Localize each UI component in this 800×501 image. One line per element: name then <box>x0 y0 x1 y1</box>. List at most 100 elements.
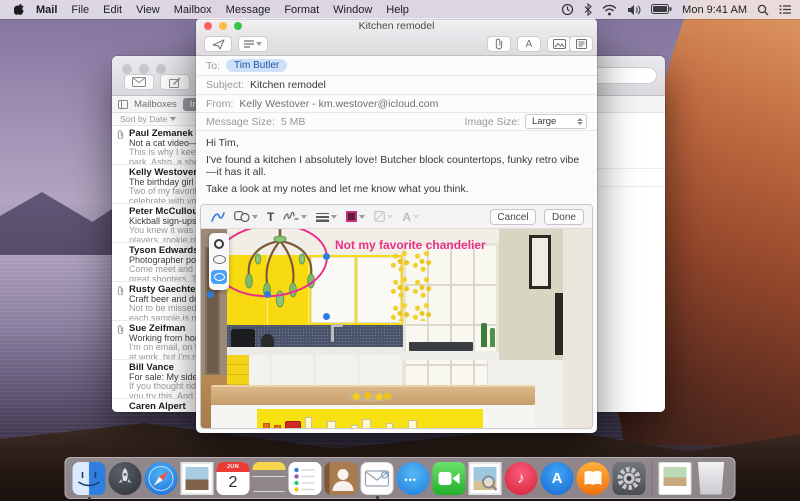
ibooks-dock-icon[interactable] <box>577 462 610 495</box>
fill-color-button[interactable] <box>374 211 393 222</box>
shape-style-popover <box>209 233 229 290</box>
notes-dock-icon[interactable] <box>253 462 286 495</box>
from-field[interactable]: From: Kelly Westover - km.westover@iclou… <box>196 95 597 113</box>
minimize-window-button[interactable] <box>139 64 149 74</box>
menu-item-window[interactable]: Window <box>333 4 372 16</box>
menu-item-view[interactable]: View <box>136 4 160 16</box>
send-button[interactable] <box>204 36 232 52</box>
chevron-down-icon <box>252 215 258 219</box>
glassware-item <box>408 420 417 428</box>
mailboxes-button[interactable]: Mailboxes <box>134 99 177 110</box>
oval-outline-option-icon[interactable] <box>213 255 226 264</box>
zoom-window-button[interactable] <box>156 64 166 74</box>
stepper-icon <box>577 118 583 125</box>
photo-browser-button[interactable] <box>547 36 571 52</box>
itunes-dock-icon[interactable]: ♪ <box>505 462 538 495</box>
photo-glassware-shelf <box>257 409 483 428</box>
menu-item-file[interactable]: File <box>71 4 89 16</box>
annotation-handle[interactable] <box>207 291 214 298</box>
image-size-select[interactable]: Large <box>525 114 587 129</box>
contacts-dock-icon[interactable] <box>325 462 358 495</box>
photo-picture-frame <box>529 235 551 289</box>
spotlight-icon[interactable] <box>757 4 769 16</box>
stationery-icon <box>576 39 587 49</box>
shapes-icon <box>234 211 250 222</box>
volume-icon[interactable] <box>627 4 641 16</box>
app-store-dock-icon[interactable]: A <box>541 462 574 495</box>
attach-button[interactable] <box>487 36 511 52</box>
annotation-text[interactable]: Not my favorite chandelier <box>335 238 486 252</box>
line-weight-icon <box>316 212 329 222</box>
mailboxes-icon <box>118 100 128 109</box>
shapes-tool-button[interactable] <box>234 211 258 222</box>
menu-item-mailbox[interactable]: Mailbox <box>174 4 212 16</box>
cancel-button[interactable]: Cancel <box>490 209 536 225</box>
recipient-token[interactable]: Tim Butler <box>226 59 287 72</box>
photos-dock-icon[interactable] <box>181 462 214 495</box>
loupe-option-icon[interactable] <box>214 239 224 249</box>
glassware-item <box>362 419 371 428</box>
compose-titlebar[interactable]: Kitchen remodel <box>196 18 597 33</box>
from-label: From: <box>206 98 233 110</box>
contact-head <box>338 469 349 480</box>
document-dock-icon[interactable] <box>659 462 692 495</box>
kitchen-photo[interactable]: Not my favorite chandelier <box>201 229 592 428</box>
close-window-button[interactable] <box>204 22 212 30</box>
menu-app-name[interactable]: Mail <box>36 4 57 16</box>
finder-dock-icon[interactable] <box>73 462 106 495</box>
sign-tool-button[interactable] <box>283 211 307 222</box>
from-value: Kelly Westover - km.westover@icloud.com <box>239 98 438 110</box>
message-body[interactable]: Hi Tim, I've found a kitchen I absolutel… <box>196 131 597 202</box>
facetime-dock-icon[interactable] <box>433 462 466 495</box>
photo-thumbnail <box>186 467 209 490</box>
annotation-handle[interactable] <box>264 291 271 298</box>
compose-toolbar: A <box>196 33 597 56</box>
menu-item-edit[interactable]: Edit <box>103 4 122 16</box>
border-color-button[interactable] <box>346 211 365 222</box>
annotation-handle[interactable] <box>323 313 330 320</box>
photo-yellow-drawers <box>227 355 249 387</box>
header-fields-button[interactable] <box>238 36 268 52</box>
fonts-button[interactable]: A <box>517 36 541 52</box>
annotation-handle[interactable] <box>323 253 330 260</box>
battery-icon[interactable] <box>651 4 672 15</box>
oval-selected-option-icon[interactable] <box>211 270 227 284</box>
menu-bar: Mail File Edit View Mailbox Message Form… <box>0 0 800 19</box>
to-field[interactable]: To: Tim Butler <box>196 56 597 76</box>
minimize-window-button[interactable] <box>219 22 227 30</box>
stationery-button[interactable] <box>569 36 593 52</box>
apple-menu-icon[interactable] <box>14 3 26 16</box>
sketch-tool-button[interactable] <box>211 211 225 223</box>
menu-item-format[interactable]: Format <box>284 4 319 16</box>
trash-dock-icon[interactable] <box>695 462 728 495</box>
menu-item-help[interactable]: Help <box>386 4 409 16</box>
calendar-dock-icon[interactable]: JUN 2 <box>217 462 250 495</box>
wifi-icon[interactable] <box>602 4 617 16</box>
notification-center-icon[interactable] <box>779 4 792 15</box>
reminders-dock-icon[interactable] <box>289 462 322 495</box>
new-message-button[interactable] <box>160 74 190 90</box>
time-machine-icon[interactable] <box>561 3 574 16</box>
photo-cooktop <box>409 342 473 351</box>
bluetooth-icon[interactable] <box>584 3 592 16</box>
text-style-icon: A <box>402 210 411 224</box>
text-style-button[interactable]: A <box>402 210 419 224</box>
system-preferences-dock-icon[interactable] <box>613 462 646 495</box>
close-window-button[interactable] <box>122 64 132 74</box>
subject-field[interactable]: Subject: Kitchen remodel <box>196 76 597 95</box>
menu-clock[interactable]: Mon 9:41 AM <box>682 4 747 16</box>
messages-dock-icon[interactable]: ••• <box>397 462 430 495</box>
preview-dock-icon[interactable] <box>469 462 502 495</box>
line-weight-button[interactable] <box>316 212 337 222</box>
mail-dock-icon[interactable] <box>361 462 394 495</box>
fonts-icon: A <box>526 39 533 50</box>
paper-plane-icon <box>212 39 225 50</box>
done-button[interactable]: Done <box>544 209 584 225</box>
launchpad-dock-icon[interactable] <box>109 462 142 495</box>
menu-item-message[interactable]: Message <box>226 4 271 16</box>
text-tool-button[interactable]: T <box>267 210 274 224</box>
zoom-window-button[interactable] <box>234 22 242 30</box>
get-mail-button[interactable] <box>124 74 154 90</box>
document-thumbnail <box>664 467 687 486</box>
safari-dock-icon[interactable] <box>145 462 178 495</box>
